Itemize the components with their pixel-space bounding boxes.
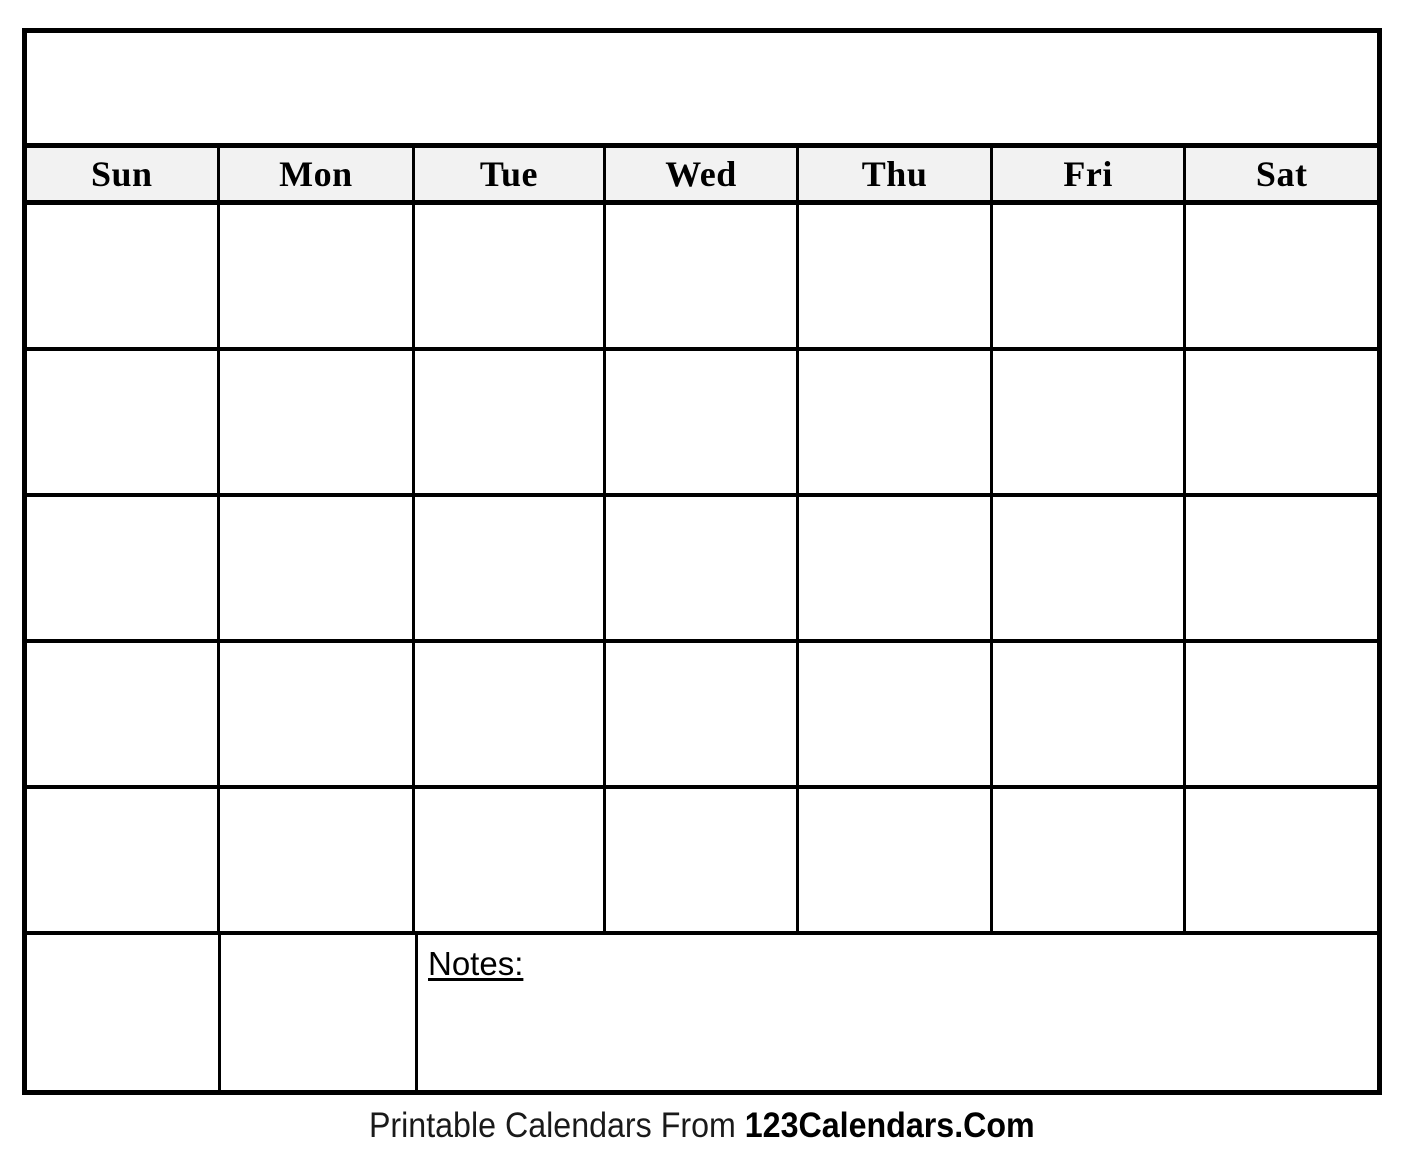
day-cell[interactable] xyxy=(992,643,1187,785)
day-cell[interactable] xyxy=(221,935,418,1090)
month-title-row[interactable] xyxy=(27,33,1377,148)
day-cell[interactable] xyxy=(1186,351,1377,493)
footer-brand: 123Calendars.Com xyxy=(744,1105,1035,1145)
day-cell[interactable] xyxy=(27,351,220,493)
weekday-label: Wed xyxy=(665,154,737,194)
week-row xyxy=(27,351,1377,497)
day-cell[interactable] xyxy=(992,789,1187,931)
weekday-label: Mon xyxy=(279,154,353,194)
day-cell[interactable] xyxy=(799,497,993,639)
day-cell[interactable] xyxy=(992,351,1187,493)
calendar-frame: Sun Mon Tue Wed Thu Fri Sat Notes: xyxy=(22,28,1382,1095)
weekday-header-sat: Sat xyxy=(1186,148,1377,200)
weekday-header-sun: Sun xyxy=(27,148,220,200)
day-cell[interactable] xyxy=(415,497,606,639)
day-cell[interactable] xyxy=(605,497,800,639)
day-cell[interactable] xyxy=(1186,789,1377,931)
day-cell[interactable] xyxy=(605,205,800,347)
footer: Printable Calendars From 123Calendars.Co… xyxy=(0,1097,1403,1153)
day-cell[interactable] xyxy=(605,351,800,493)
day-cell[interactable] xyxy=(415,789,606,931)
notes-area[interactable]: Notes: xyxy=(418,935,1377,1090)
weekday-header-fri: Fri xyxy=(992,148,1187,200)
calendar-grid: Notes: xyxy=(27,205,1377,1090)
weekday-header-mon: Mon xyxy=(219,148,416,200)
day-cell[interactable] xyxy=(1186,643,1377,785)
day-cell[interactable] xyxy=(1186,205,1377,347)
weekday-header-row: Sun Mon Tue Wed Thu Fri Sat xyxy=(27,148,1377,205)
day-cell[interactable] xyxy=(992,497,1187,639)
footer-text: Printable Calendars From 123Calendars.Co… xyxy=(369,1108,1035,1143)
day-cell[interactable] xyxy=(27,789,220,931)
weekday-label: Sat xyxy=(1255,154,1308,194)
day-cell[interactable] xyxy=(1186,497,1377,639)
day-cell[interactable] xyxy=(219,497,416,639)
footer-prefix: Printable Calendars From xyxy=(368,1105,745,1145)
week-row xyxy=(27,643,1377,789)
week-row xyxy=(27,789,1377,935)
notes-label: Notes: xyxy=(428,945,524,982)
day-cell[interactable] xyxy=(219,205,416,347)
day-cell[interactable] xyxy=(27,205,220,347)
day-cell[interactable] xyxy=(799,205,993,347)
day-cell[interactable] xyxy=(415,351,606,493)
day-cell[interactable] xyxy=(219,351,416,493)
calendar-page: Sun Mon Tue Wed Thu Fri Sat Notes: Print… xyxy=(0,0,1403,1153)
day-cell[interactable] xyxy=(799,643,993,785)
weekday-header-thu: Thu xyxy=(799,148,993,200)
day-cell[interactable] xyxy=(605,643,800,785)
day-cell[interactable] xyxy=(415,643,606,785)
day-cell[interactable] xyxy=(27,643,220,785)
weekday-label: Thu xyxy=(861,154,928,194)
weekday-label: Tue xyxy=(479,154,539,194)
day-cell[interactable] xyxy=(27,935,221,1090)
weekday-header-tue: Tue xyxy=(415,148,606,200)
week-row xyxy=(27,497,1377,643)
day-cell[interactable] xyxy=(605,789,800,931)
day-cell[interactable] xyxy=(219,643,416,785)
notes-row: Notes: xyxy=(27,935,1377,1090)
week-row xyxy=(27,205,1377,351)
weekday-label: Sun xyxy=(91,154,153,194)
day-cell[interactable] xyxy=(799,351,993,493)
weekday-header-wed: Wed xyxy=(605,148,800,200)
day-cell[interactable] xyxy=(992,205,1187,347)
weekday-label: Fri xyxy=(1063,154,1113,194)
day-cell[interactable] xyxy=(415,205,606,347)
day-cell[interactable] xyxy=(27,497,220,639)
day-cell[interactable] xyxy=(799,789,993,931)
day-cell[interactable] xyxy=(219,789,416,931)
